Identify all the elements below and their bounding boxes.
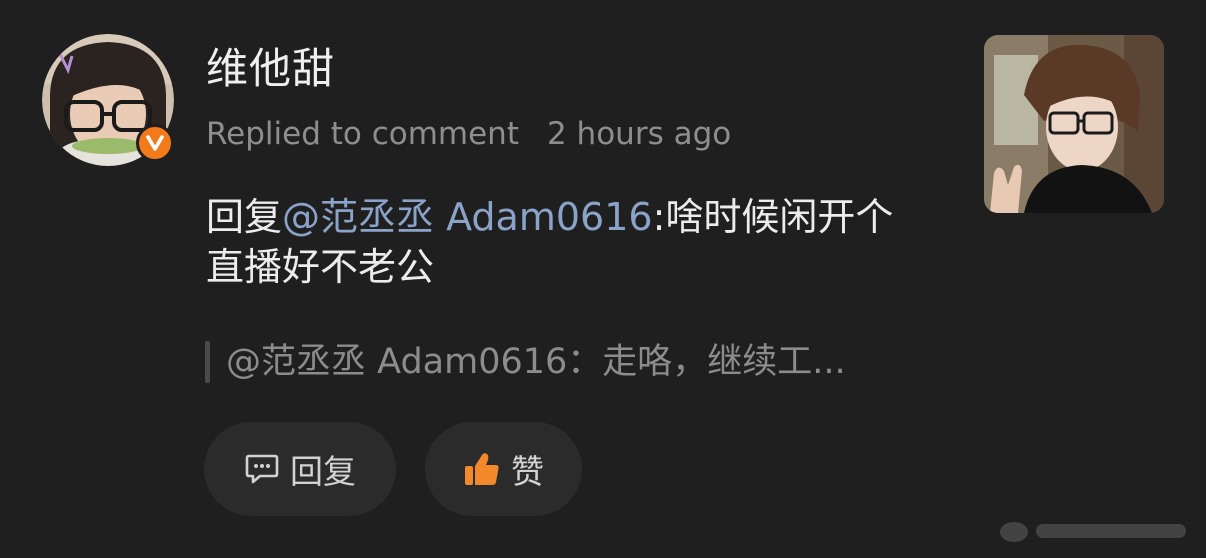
reply-action-label: Replied to comment bbox=[206, 116, 519, 152]
reply-meta: Replied to comment 2 hours ago bbox=[206, 114, 731, 154]
comment-text: 回复@范丞丞 Adam0616:啥时候闲开个直播好不老公 bbox=[206, 192, 926, 292]
post-thumbnail[interactable] bbox=[984, 35, 1164, 213]
username[interactable]: 维他甜 bbox=[206, 43, 335, 95]
user-avatar[interactable] bbox=[42, 34, 174, 166]
quoted-comment[interactable]: @范丞丞 Adam0616：走咯，继续工... bbox=[205, 339, 846, 385]
reply-prefix: 回复 bbox=[206, 195, 283, 239]
post-thumbnail-image bbox=[984, 35, 1164, 213]
watermark-logo bbox=[1000, 522, 1186, 542]
reply-button-label: 回复 bbox=[290, 452, 356, 491]
thumbs-up-icon bbox=[463, 451, 501, 487]
like-button-label: 赞 bbox=[511, 452, 544, 491]
quote-bar bbox=[205, 341, 210, 383]
reply-button[interactable]: 回复 bbox=[204, 422, 396, 516]
verified-v-icon bbox=[136, 124, 174, 162]
reply-timestamp: 2 hours ago bbox=[546, 116, 732, 152]
mention-link[interactable]: @范丞丞 Adam0616 bbox=[282, 195, 653, 239]
quoted-comment-text: @范丞丞 Adam0616：走咯，继续工... bbox=[226, 342, 846, 382]
like-button[interactable]: 赞 bbox=[425, 422, 582, 516]
comment-bubble-icon bbox=[244, 452, 280, 486]
